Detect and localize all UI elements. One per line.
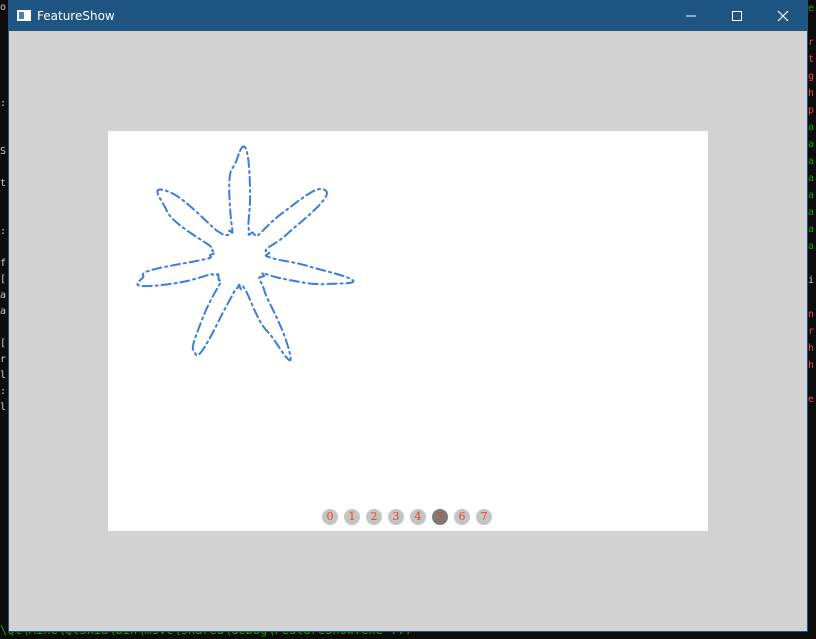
console-left-strip: o: St: f[a a[r l: l bbox=[0, 2, 7, 413]
star-curve-drawing bbox=[136, 145, 355, 362]
page-dot-2[interactable]: 2 bbox=[366, 509, 382, 525]
maximize-button[interactable] bbox=[714, 1, 760, 31]
page-dot-4[interactable]: 4 bbox=[410, 509, 426, 525]
star-curve-path bbox=[136, 145, 355, 362]
page-dot-0[interactable]: 0 bbox=[322, 509, 338, 525]
window-title: FeatureShow bbox=[37, 9, 115, 23]
drawing-canvas[interactable]: 01234567 bbox=[108, 131, 708, 531]
console-right-strip: ertghpaaaaaaaainrhhe bbox=[808, 3, 815, 405]
page-dot-6[interactable]: 6 bbox=[454, 509, 470, 525]
page-dot-1[interactable]: 1 bbox=[344, 509, 360, 525]
page-dot-3[interactable]: 3 bbox=[388, 509, 404, 525]
page-dot-7[interactable]: 7 bbox=[476, 509, 492, 525]
feature-show-window: FeatureShow 01234567 bbox=[8, 0, 808, 632]
app-window-icon bbox=[17, 10, 31, 21]
minimize-icon bbox=[686, 15, 696, 17]
client-area: 01234567 bbox=[9, 31, 807, 631]
close-button[interactable] bbox=[760, 1, 806, 31]
page-indicator: 01234567 bbox=[322, 509, 492, 525]
minimize-button[interactable] bbox=[668, 1, 714, 31]
page-dot-5[interactable]: 5 bbox=[432, 509, 448, 525]
title-bar[interactable]: FeatureShow bbox=[9, 1, 807, 31]
close-icon bbox=[777, 10, 789, 22]
maximize-icon bbox=[732, 11, 742, 21]
